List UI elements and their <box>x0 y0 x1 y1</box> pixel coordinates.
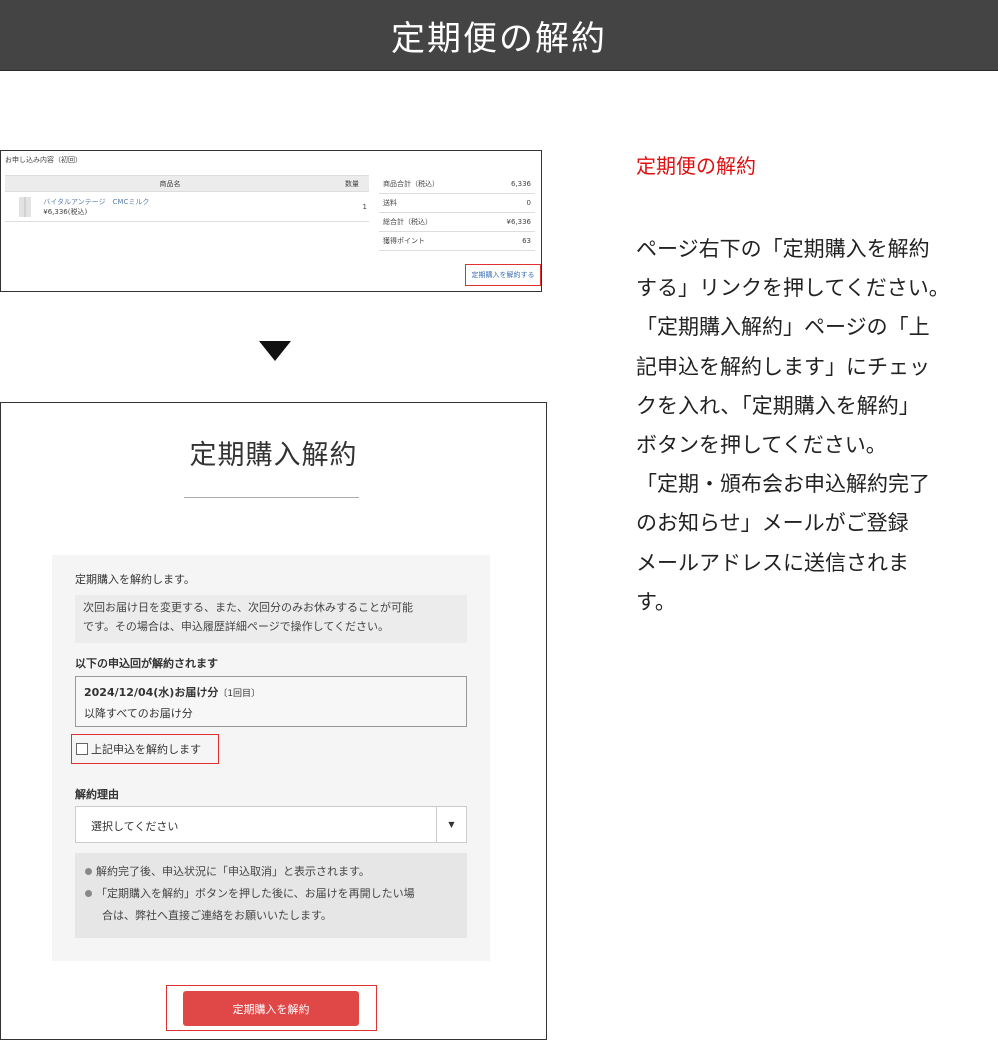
instruction-line: する」リンクを押してください。 <box>636 276 950 301</box>
reason-select-value[interactable]: 選択してください <box>91 818 178 834</box>
summary-row: 総合計（税込） ¥6,336 <box>379 213 535 232</box>
confirm-checkbox[interactable] <box>76 743 88 755</box>
caret-down-icon[interactable]: ▼ <box>436 807 466 842</box>
col-qty: 数量 <box>335 175 369 192</box>
product-name[interactable]: バイタルアンテージ CMCミルク <box>43 198 149 206</box>
instruction-line: のお知らせ」メールがご登録 <box>636 511 909 536</box>
instruction-line: 「定期・頒布会お申込解約完了 <box>636 472 930 497</box>
skip-note: 次回お届け日を変更する、また、次回分のみお休みすることが可能 です。その場合は、… <box>75 595 467 643</box>
info-box: 解約完了後、申込状況に「申込取消」と表示されます。 「定期購入を解約」ボタンを押… <box>75 853 467 938</box>
order-screenshot: お申し込み内容（初回） 商品名 数量 バイタルアンテージ CMCミルク ¥6,3… <box>0 150 542 292</box>
instruction-line: す。 <box>636 589 676 614</box>
instruction-line: ボタンを押してください。 <box>636 433 887 458</box>
order-heading: お申し込み内容（初回） <box>5 156 82 164</box>
instruction-line: 「定期購入解約」ページの「上 <box>636 315 930 340</box>
info-item: 「定期購入を解約」ボタンを押した後に、お届けを再開したい場 合は、弊社へ直接ご連… <box>96 887 415 922</box>
instruction-line: メールアドレスに送信されま <box>636 550 909 575</box>
round-number: 〔1回目〕 <box>218 689 261 699</box>
product-thumbnail <box>19 196 31 217</box>
down-triangle-icon <box>259 341 291 361</box>
cancel-subscription-button[interactable]: 定期購入を解約 <box>183 991 359 1026</box>
reason-label: 解約理由 <box>75 788 119 801</box>
instruction-line: ページ右下の「定期購入を解約 <box>636 237 930 261</box>
product-qty: 1 <box>335 191 369 222</box>
bullet-dot-icon <box>85 868 92 875</box>
page-header: 定期便の解約 <box>0 0 998 71</box>
reason-select[interactable]: 選択してください ▼ <box>75 806 467 843</box>
page-title: 定期便の解約 <box>391 18 607 59</box>
instructions-body: ページ右下の「定期購入を解約 する」リンクを押してください。 「定期購入解約」ペ… <box>636 230 996 622</box>
bullet-dot-icon <box>85 890 92 897</box>
cancel-subscription-link[interactable]: 定期購入を解約する <box>465 264 541 286</box>
round-box: 2024/12/04(水)お届け分〔1回目〕 以降すべてのお届け分 <box>75 676 467 727</box>
confirm-checkbox-highlight[interactable]: 上記申込を解約します <box>71 734 219 764</box>
summary-row: 商品合計（税込） 6,336 <box>379 175 535 194</box>
title-divider <box>184 497 359 498</box>
confirm-checkbox-label[interactable]: 上記申込を解約します <box>91 741 201 757</box>
table-row: バイタルアンテージ CMCミルク ¥6,336(税込) 1 <box>5 191 369 222</box>
summary-row: 獲得ポイント 63 <box>379 232 535 251</box>
cancel-button-highlight: 定期購入を解約 <box>166 985 377 1031</box>
summary-row: 送料 0 <box>379 194 535 213</box>
cancel-page-screenshot: 定期購入解約 定期購入を解約します。 次回お届け日を変更する、また、次回分のみお… <box>0 402 547 1040</box>
info-item: 解約完了後、申込状況に「申込取消」と表示されます。 <box>96 865 370 878</box>
round-after: 以降すべてのお届け分 <box>84 707 193 720</box>
col-product: 商品名 <box>5 175 335 192</box>
order-summary: 商品合計（税込） 6,336 送料 0 総合計（税込） ¥6,336 獲得ポイント 63 <box>379 175 535 251</box>
instruction-line: クを入れ、「定期購入を解約」 <box>636 393 920 418</box>
cancel-form-panel: 定期購入を解約します。 次回お届け日を変更する、また、次回分のみお休みすることが… <box>52 555 490 961</box>
product-price: ¥6,336(税込) <box>43 207 88 216</box>
rounds-heading: 以下の申込回が解約されます <box>75 657 218 670</box>
round-date: 2024/12/04(水)お届け分 <box>84 686 219 699</box>
cancel-page-title: 定期購入解約 <box>189 440 358 471</box>
instructions-heading: 定期便の解約 <box>636 154 756 178</box>
order-table: 商品名 数量 バイタルアンテージ CMCミルク ¥6,336(税込) 1 <box>5 175 369 222</box>
cancel-intro: 定期購入を解約します。 <box>75 573 195 586</box>
instruction-line: 記申込を解約します」にチェッ <box>636 354 930 379</box>
